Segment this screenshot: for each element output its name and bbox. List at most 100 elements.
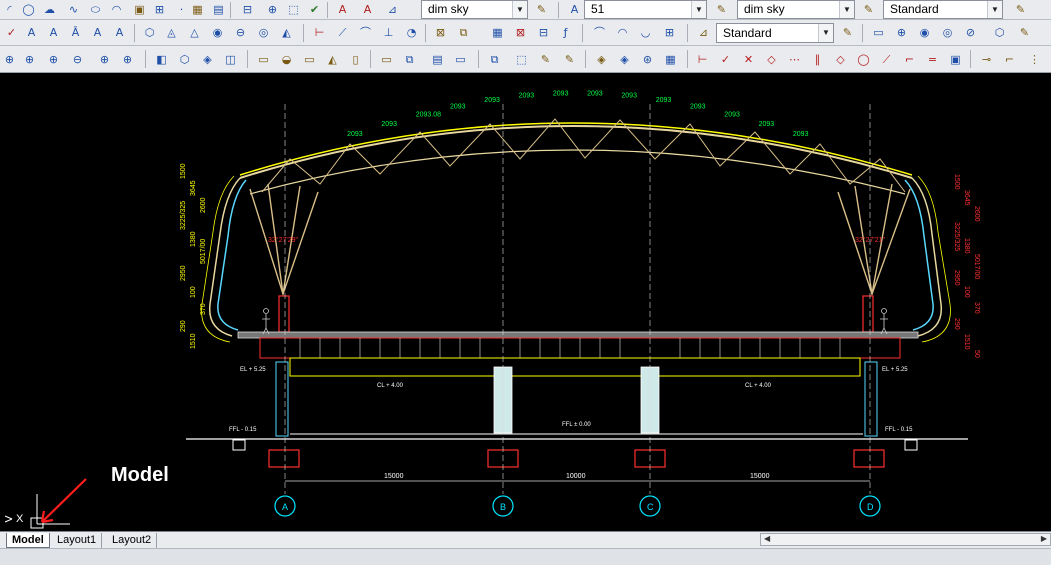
properties-icon[interactable]: ⊠ xyxy=(431,23,450,42)
text-edit-icon[interactable]: Ā xyxy=(66,23,85,42)
tab-model[interactable]: Model xyxy=(6,533,50,548)
text-justify-icon[interactable]: A xyxy=(110,23,129,42)
xref-bind-icon[interactable]: ▭ xyxy=(451,50,470,69)
make-block-icon[interactable]: ⊞ xyxy=(150,0,169,19)
cone-3d-icon[interactable]: △ xyxy=(185,23,204,42)
pencil-icon[interactable]: ✎ xyxy=(712,0,731,19)
tab-layout1[interactable]: Layout1 xyxy=(52,533,103,548)
view-top-icon[interactable]: ◈ xyxy=(198,50,217,69)
pencil-icon[interactable]: ✎ xyxy=(838,23,857,42)
pencil-icon[interactable]: ✎ xyxy=(532,0,551,19)
table-tool-icon[interactable]: ⊟ xyxy=(238,0,257,19)
osnap-quadrant-icon[interactable]: ◇ xyxy=(831,50,850,69)
osnap-center-icon[interactable]: ∥ xyxy=(808,50,827,69)
revcloud-tool-icon[interactable]: ☁ xyxy=(40,0,59,19)
view-persp-icon[interactable]: ◫ xyxy=(221,50,240,69)
gradient-tool-icon[interactable]: ▤ xyxy=(209,0,228,19)
zoom-extents-icon[interactable]: ⊕ xyxy=(118,50,137,69)
dim-style-icon[interactable]: ⊿ xyxy=(383,0,402,19)
group-icon[interactable]: ⧉ xyxy=(485,50,504,69)
insert-block-icon[interactable]: ▣ xyxy=(130,0,149,19)
xref-attach-icon[interactable]: ⧉ xyxy=(400,50,419,69)
text-style-b-icon[interactable]: A xyxy=(358,0,377,19)
viewport-icon[interactable]: ▭ xyxy=(869,23,888,42)
cylinder-3d-icon[interactable]: ⊖ xyxy=(231,23,250,42)
select-icon[interactable]: ⬚ xyxy=(512,50,531,69)
osnap-apparent-icon[interactable]: ◇ xyxy=(762,50,781,69)
hatch-tool-icon[interactable]: ▦ xyxy=(188,0,207,19)
zoom-out-icon[interactable]: ⊖ xyxy=(68,50,87,69)
layer-freeze-icon[interactable]: ▭ xyxy=(300,50,319,69)
scroll-right-icon[interactable]: ▶ xyxy=(1041,534,1047,543)
attribute-icon[interactable]: ◈ xyxy=(592,50,611,69)
dimstyle-combo[interactable]: dim sky ▼ xyxy=(421,0,528,19)
osnap-endpoint-icon[interactable]: ⊢ xyxy=(693,50,712,69)
dim-arc-icon[interactable]: ⌒ xyxy=(356,23,375,42)
arc-tool-icon[interactable]: ◜ xyxy=(0,0,19,19)
orbit-icon[interactable]: ◎ xyxy=(938,23,957,42)
layer-iso-icon[interactable]: ◒ xyxy=(277,50,296,69)
dim-linear-icon[interactable]: ⊢ xyxy=(310,23,329,42)
horizontal-scrollbar[interactable]: ◀ ▶ xyxy=(760,533,1051,546)
text-style-icon[interactable]: A xyxy=(565,0,584,19)
lock-icon[interactable]: ▣ xyxy=(946,50,965,69)
xref-clip-icon[interactable]: ▤ xyxy=(428,50,447,69)
arc-3pt-icon[interactable]: ⌒ xyxy=(590,23,609,42)
osnap-parallel-icon[interactable]: = xyxy=(923,50,942,69)
circle-tool-icon[interactable]: ◯ xyxy=(19,0,38,19)
no-orbit-icon[interactable]: ⊘ xyxy=(961,23,980,42)
arc-start-icon[interactable]: ◠ xyxy=(613,23,632,42)
match-prop-icon[interactable]: ⧉ xyxy=(454,23,473,42)
zoom-all-icon[interactable]: ⊕ xyxy=(95,50,114,69)
text-scale-icon[interactable]: A xyxy=(88,23,107,42)
table-cell-icon[interactable]: ⊟ xyxy=(534,23,553,42)
drawing-canvas[interactable]: 2093 2093 2093.08 2093 2093 2093 2093 2093 2093 2… xyxy=(0,74,1051,531)
zoom-in-icon[interactable]: ⊕ xyxy=(44,50,63,69)
spline-tool-icon[interactable]: ∿ xyxy=(64,0,83,19)
scroll-left-icon[interactable]: ◀ xyxy=(764,534,770,543)
view-front-icon[interactable]: ◧ xyxy=(152,50,171,69)
dim-ordinate-icon[interactable]: ⊥ xyxy=(379,23,398,42)
textstyle-combo[interactable]: dim sky ▼ xyxy=(737,0,855,19)
osnap-tangent-icon[interactable]: ⟋ xyxy=(877,50,896,69)
attribute-sync-icon[interactable]: ⊛ xyxy=(638,50,657,69)
text-style-a-icon[interactable]: A xyxy=(333,0,352,19)
arc-center-icon[interactable]: ◡ xyxy=(636,23,655,42)
sphere-3d-icon[interactable]: ◉ xyxy=(208,23,227,42)
tab-layout2[interactable]: Layout2 xyxy=(107,533,158,548)
snap-point-icon[interactable]: ⊕ xyxy=(263,0,282,19)
globe-icon[interactable]: ⊕ xyxy=(892,23,911,42)
view-iso-icon[interactable]: ⬡ xyxy=(175,50,194,69)
edit-hatch-icon[interactable]: ✎ xyxy=(560,50,579,69)
ellipse-arc-icon[interactable]: ◠ xyxy=(107,0,126,19)
formula-icon[interactable]: ƒ xyxy=(556,23,575,42)
dimstyle-icon[interactable]: ⊿ xyxy=(694,23,713,42)
attribute-edit-icon[interactable]: ◈ xyxy=(615,50,634,69)
layer-icon[interactable]: ▭ xyxy=(254,50,273,69)
wedge-3d-icon[interactable]: ◬ xyxy=(162,23,181,42)
zoom-window-icon[interactable]: ⊕ xyxy=(20,50,39,69)
torus-3d-icon[interactable]: ◎ xyxy=(254,23,273,42)
dim-aligned-icon[interactable]: ⟋ xyxy=(333,23,352,42)
layer-walk-icon[interactable]: ◭ xyxy=(323,50,342,69)
pyramid-3d-icon[interactable]: ◭ xyxy=(277,23,296,42)
osnap-midpoint-icon[interactable]: ✓ xyxy=(716,50,735,69)
list-icon[interactable]: ⋮ xyxy=(1025,50,1044,69)
tablestyle-combo[interactable]: Standard ▼ xyxy=(883,0,1003,19)
dimstyle-row2-combo[interactable]: Standard ▼ xyxy=(716,23,834,43)
osnap-perp-icon[interactable]: ⌐ xyxy=(900,50,919,69)
osnap-circle-icon[interactable]: ◯ xyxy=(854,50,873,69)
attribute-table-icon[interactable]: ▦ xyxy=(661,50,680,69)
region-tool-icon[interactable]: ⬚ xyxy=(284,0,303,19)
edit-line-icon[interactable]: ✎ xyxy=(536,50,555,69)
box-3d-icon[interactable]: ⬡ xyxy=(140,23,159,42)
table-delete-icon[interactable]: ⊠ xyxy=(511,23,530,42)
arc-cont-icon[interactable]: ⊞ xyxy=(660,23,679,42)
osnap-intersect-icon[interactable]: ✕ xyxy=(739,50,758,69)
xref-icon[interactable]: ▭ xyxy=(377,50,396,69)
layer-combo[interactable]: 51 ▼ xyxy=(584,0,707,19)
distance-icon[interactable]: ⌐ xyxy=(1000,50,1019,69)
zoom-realtime-icon[interactable]: ⊕ xyxy=(0,50,19,69)
table-edit-icon[interactable]: ▦ xyxy=(488,23,507,42)
layer-state-icon[interactable]: ▯ xyxy=(346,50,365,69)
